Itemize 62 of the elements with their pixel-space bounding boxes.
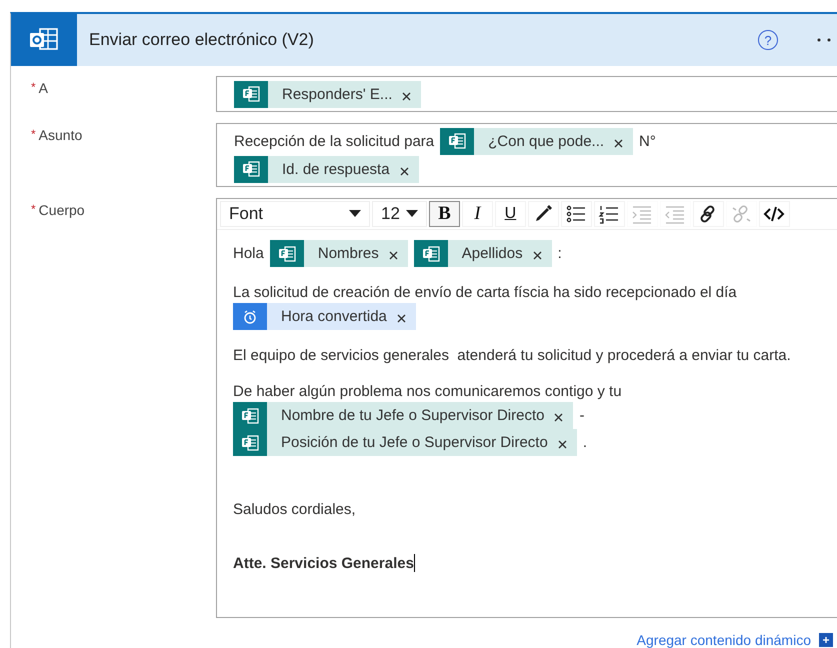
dynamic-token[interactable]: Nombres	[270, 240, 408, 267]
forms-icon	[414, 240, 448, 267]
format-button[interactable]: U	[494, 201, 526, 227]
alarm-clock-icon	[233, 303, 267, 330]
body-editor[interactable]	[216, 198, 837, 618]
forms-icon	[233, 429, 267, 456]
body-text: De haber algún problema nos comunicaremos contigo y tu	[233, 382, 622, 400]
text-cursor	[414, 554, 415, 572]
numbered-list-icon[interactable]	[594, 201, 625, 227]
dynamic-token[interactable]: Id. de respuesta	[234, 156, 419, 182]
dynamic-token[interactable]: Nombre de tu Jefe o Supervisor Directo	[233, 402, 574, 429]
bullet-list-icon[interactable]	[560, 201, 592, 227]
add-dynamic-content-link[interactable]: Agregar contenido dinámico	[636, 631, 811, 648]
remove-icon[interactable]	[558, 440, 567, 449]
caret-icon	[406, 210, 418, 218]
more-icon[interactable]	[816, 37, 832, 43]
dynamic-token[interactable]: Hora convertida	[233, 303, 416, 330]
remove-icon[interactable]	[388, 251, 398, 260]
pen-icon[interactable]	[528, 201, 559, 227]
input-field[interactable]: Responders' E...	[216, 76, 837, 112]
size-dropdown[interactable]: 12	[372, 201, 427, 227]
code-icon[interactable]	[758, 201, 790, 227]
forms-icon	[234, 80, 268, 108]
dynamic-token[interactable]: Apellidos	[414, 240, 552, 267]
caret-icon	[349, 210, 361, 218]
body-text: -	[579, 407, 584, 424]
remove-icon[interactable]	[402, 92, 412, 100]
field-label: Asunto	[38, 127, 82, 143]
forms-icon	[233, 402, 267, 429]
body-text: Saludos cordiales,	[233, 500, 356, 518]
body-text: La solicitud de creación de envío de carta físcia ha sido recepcionado el día	[233, 284, 737, 300]
remove-icon[interactable]	[532, 251, 542, 260]
format-button[interactable]: I	[462, 201, 493, 227]
required-mark: *	[31, 80, 36, 96]
font-dropdown[interactable]: Font	[220, 201, 370, 227]
forms-icon	[270, 240, 304, 267]
body-text: Hola	[233, 245, 264, 262]
remove-icon[interactable]	[614, 138, 624, 148]
remove-icon[interactable]	[396, 314, 406, 323]
body-text: Atte. Servicios Generales	[233, 554, 414, 572]
required-mark: *	[31, 127, 36, 143]
body-text: El equipo de servicios generales atenderá tu solicitud y procederá a enviar tu carta.	[233, 346, 791, 364]
body-text: .	[582, 434, 587, 451]
field-label: A	[38, 80, 48, 96]
required-mark: *	[31, 202, 36, 218]
forms-icon	[440, 128, 474, 154]
format-button[interactable]: B	[428, 201, 460, 227]
input-field[interactable]: Recepción de la solicitud para ¿Con que pode... N° Id. de respuesta	[216, 123, 837, 187]
forms-icon	[234, 156, 268, 182]
remove-icon[interactable]	[400, 166, 409, 176]
field-text: Recepción de la solicitud para	[234, 132, 434, 150]
field-text: N°	[639, 132, 656, 150]
field-label: Cuerpo	[38, 202, 85, 218]
link-icon[interactable]	[692, 201, 724, 227]
dynamic-token[interactable]: Responders' E...	[234, 80, 422, 108]
dynamic-token[interactable]: ¿Con que pode...	[440, 128, 634, 154]
add-button[interactable]: +	[819, 633, 833, 647]
help-button[interactable]: ?	[758, 30, 778, 50]
remove-icon[interactable]	[554, 413, 564, 422]
action-title: Enviar correo electrónico (V2)	[89, 30, 315, 50]
body-text: :	[558, 245, 562, 262]
dynamic-token[interactable]: Posición de tu Jefe o Supervisor Directo	[233, 429, 577, 456]
